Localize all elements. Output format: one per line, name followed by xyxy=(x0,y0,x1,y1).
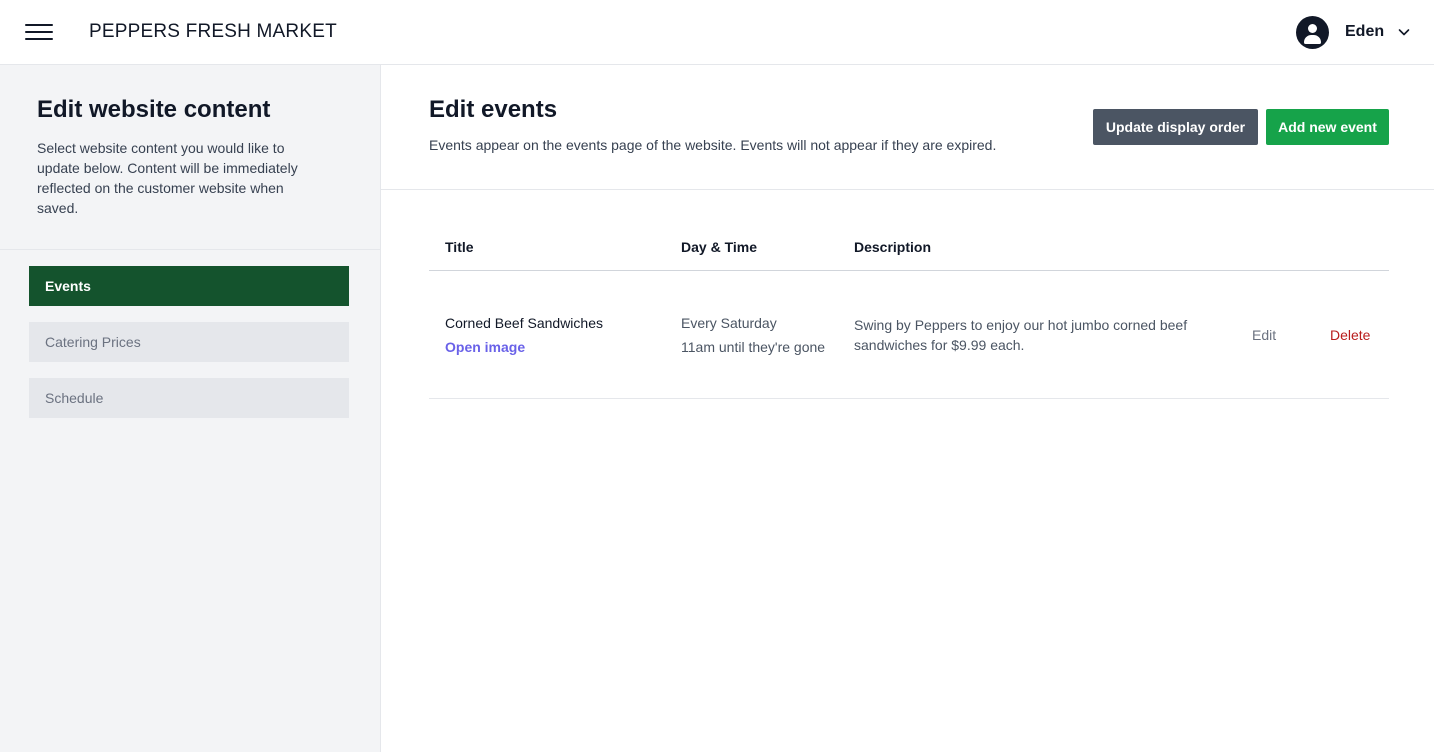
hamburger-menu-icon[interactable] xyxy=(25,22,53,42)
page-description: Events appear on the events page of the … xyxy=(429,137,997,153)
chevron-down-icon xyxy=(1398,29,1410,36)
event-title: Corned Beef Sandwiches xyxy=(445,315,603,331)
add-new-event-button[interactable]: Add new event xyxy=(1266,109,1389,145)
sidebar: Edit website content Select website cont… xyxy=(0,65,381,752)
user-avatar-icon xyxy=(1296,15,1329,49)
sidebar-title: Edit website content xyxy=(37,96,271,123)
edit-event-link[interactable]: Edit xyxy=(1252,327,1276,343)
event-time: 11am until they're gone xyxy=(681,339,826,355)
event-description: Swing by Peppers to enjoy our hot jumbo … xyxy=(854,317,1188,353)
delete-event-link[interactable]: Delete xyxy=(1330,327,1370,343)
table-header: Title Day & Time Description xyxy=(429,228,1389,271)
sidebar-item-schedule[interactable]: Schedule xyxy=(29,378,349,418)
table-row: Corned Beef Sandwiches Open image Every … xyxy=(429,271,1389,399)
update-display-order-button[interactable]: Update display order xyxy=(1093,109,1258,145)
sidebar-description: Select website content you would like to… xyxy=(37,140,298,216)
sidebar-item-events[interactable]: Events xyxy=(29,266,349,306)
page-title: Edit events xyxy=(429,96,558,123)
brand-name: PEPPERS FRESH MARKET xyxy=(89,21,337,42)
user-name: Eden xyxy=(1345,23,1385,40)
sidebar-item-catering-prices[interactable]: Catering Prices xyxy=(29,322,349,362)
user-menu[interactable]: Eden xyxy=(1296,15,1410,49)
top-bar: PEPPERS FRESH MARKET Eden xyxy=(0,0,1434,65)
event-day: Every Saturday xyxy=(681,315,777,331)
main-header: Edit events Events appear on the events … xyxy=(381,65,1434,190)
column-header-description: Description xyxy=(854,239,932,255)
open-image-link[interactable]: Open image xyxy=(445,339,525,355)
column-header-title: Title xyxy=(445,239,474,255)
main-content: Edit events Events appear on the events … xyxy=(381,65,1434,752)
events-table: Title Day & Time Description Corned Beef… xyxy=(429,228,1389,399)
sidebar-header: Edit website content Select website cont… xyxy=(0,65,380,250)
column-header-day-time: Day & Time xyxy=(681,239,757,255)
